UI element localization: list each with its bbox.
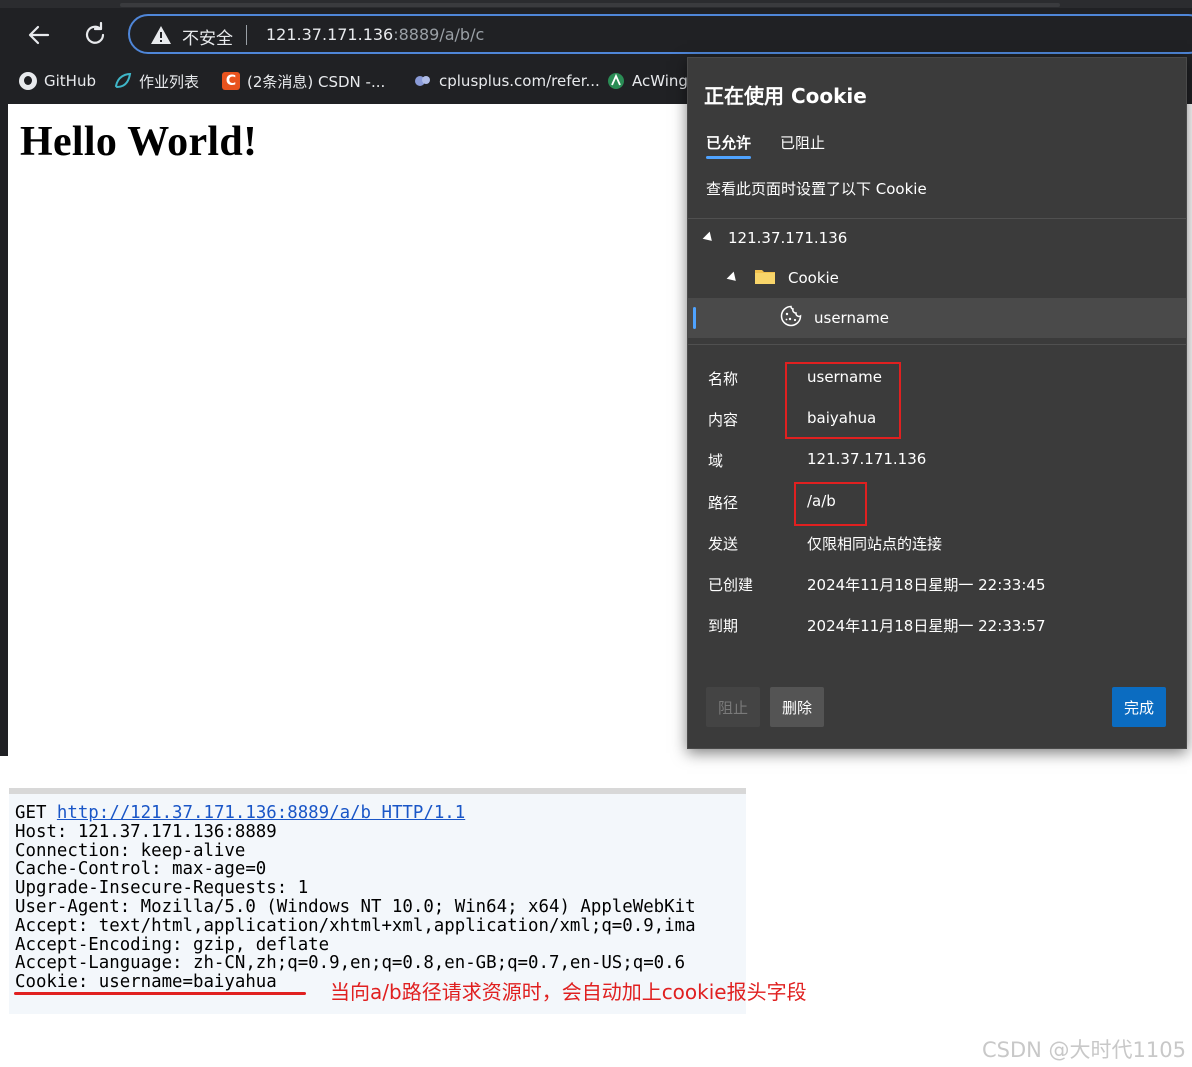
- cplusplus-icon: [414, 72, 432, 90]
- header-line: Upgrade-Insecure-Requests: 1: [15, 878, 309, 899]
- url-path: :8889/a/b/c: [393, 25, 485, 44]
- header-line: Connection: keep-alive: [15, 840, 246, 861]
- tab-allowed[interactable]: 已允许: [706, 132, 752, 159]
- detail-value-send: 仅限相同站点的连接: [807, 535, 943, 553]
- request-text: GET http://121.37.171.136:8889/a/b HTTP/…: [15, 804, 696, 992]
- header-line: Accept: text/html,application/xhtml+xml,…: [15, 915, 696, 936]
- dialog-title: 正在使用 Cookie: [704, 84, 867, 108]
- header-line: Accept-Encoding: gzip, deflate: [15, 934, 330, 955]
- detail-label-content: 内容: [708, 411, 739, 429]
- insecure-label[interactable]: 不安全: [182, 24, 233, 49]
- cookie-underline: [14, 992, 306, 995]
- bookmark-github[interactable]: GitHub: [19, 70, 96, 92]
- back-arrow-icon: [28, 25, 50, 45]
- tree-site-label: 121.37.171.136: [728, 229, 848, 247]
- tree-cookie-label: username: [814, 309, 889, 327]
- url-host: 121.37.171.136: [266, 25, 394, 44]
- dialog-description: 查看此页面时设置了以下 Cookie: [706, 180, 927, 198]
- tree-folder-row[interactable]: Cookie: [688, 258, 1186, 298]
- bookmark-label: GitHub: [44, 72, 96, 90]
- detail-label-domain: 域: [708, 452, 724, 470]
- bookmark-homework[interactable]: 作业列表: [114, 70, 199, 92]
- highlight-box-name-content: [785, 362, 901, 439]
- block-button[interactable]: 阻止: [706, 687, 760, 727]
- detail-label-created: 已创建: [708, 576, 754, 594]
- header-line: User-Agent: Mozilla/5.0 (Windows NT 10.0…: [15, 896, 696, 917]
- expand-triangle-icon[interactable]: [726, 271, 740, 285]
- divider: [688, 344, 1186, 345]
- bookmark-label: (2条消息) CSDN -...: [247, 72, 386, 91]
- delete-button[interactable]: 删除: [770, 687, 824, 727]
- github-icon: [19, 72, 37, 90]
- request-method: GET: [15, 803, 57, 823]
- detail-label-path: 路径: [708, 494, 739, 512]
- header-line: Host: 121.37.171.136:8889: [15, 821, 277, 842]
- detail-value-domain: 121.37.171.136: [807, 450, 927, 468]
- acwing-icon: [607, 72, 625, 90]
- annotation-text: 当向a/b路径请求资源时，会自动加上cookie报头字段: [330, 980, 807, 1004]
- done-button[interactable]: 完成: [1112, 687, 1166, 727]
- folder-icon: [754, 267, 776, 289]
- bookmark-csdn[interactable]: C (2条消息) CSDN -...: [222, 70, 385, 92]
- page-heading: Hello World!: [20, 119, 258, 165]
- url-text[interactable]: 121.37.171.136:8889/a/b/c: [266, 25, 484, 44]
- warning-icon[interactable]: [150, 25, 172, 49]
- tab-blocked[interactable]: 已阻止: [780, 132, 825, 153]
- watermark: CSDN @大时代1105: [982, 1038, 1186, 1062]
- selection-indicator: [693, 307, 696, 329]
- bookmark-cplusplus[interactable]: cplusplus.com/refer...: [414, 70, 600, 92]
- bookmark-label: cplusplus.com/refer...: [439, 72, 600, 90]
- tree-cookie-row[interactable]: username: [688, 298, 1186, 338]
- cookie-icon: [780, 305, 802, 331]
- detail-label-expires: 到期: [708, 617, 739, 635]
- highlight-box-path: [794, 482, 867, 526]
- header-line: Cache-Control: max-age=0: [15, 859, 267, 880]
- expand-triangle-icon[interactable]: [702, 231, 716, 245]
- header-line: Accept-Language: zh-CN,zh;q=0.9,en;q=0.8…: [15, 953, 686, 974]
- detail-label-send: 发送: [708, 535, 739, 553]
- bookmark-label: 作业列表: [139, 72, 200, 91]
- tree-site-row[interactable]: 121.37.171.136: [688, 218, 1186, 258]
- bookmark-label: AcWing: [632, 72, 688, 90]
- request-version: HTTP/1.1: [371, 803, 466, 823]
- reload-button[interactable]: [78, 18, 112, 52]
- request-url-link[interactable]: http://121.37.171.136:8889/a/b: [57, 803, 371, 823]
- csdn-icon: C: [222, 72, 240, 90]
- back-button[interactable]: [22, 18, 56, 52]
- bookmark-acwing[interactable]: AcWing: [607, 70, 688, 92]
- tab-strip: [0, 0, 1192, 8]
- reload-icon: [85, 21, 105, 44]
- address-bar[interactable]: 不安全 121.37.171.136:8889/a/b/c: [128, 14, 1192, 54]
- cookie-dialog: 正在使用 Cookie 已允许 已阻止 查看此页面时设置了以下 Cookie 1…: [687, 57, 1187, 749]
- cookie-header-line: Cookie: username=baiyahua: [15, 972, 277, 993]
- detail-value-created: 2024年11月18日星期一 22:33:45: [807, 576, 1046, 594]
- leaf-icon: [114, 72, 132, 90]
- detail-value-expires: 2024年11月18日星期一 22:33:57: [807, 617, 1046, 635]
- address-separator: [246, 25, 247, 45]
- tree-folder-label: Cookie: [788, 269, 839, 287]
- detail-label-name: 名称: [708, 370, 739, 388]
